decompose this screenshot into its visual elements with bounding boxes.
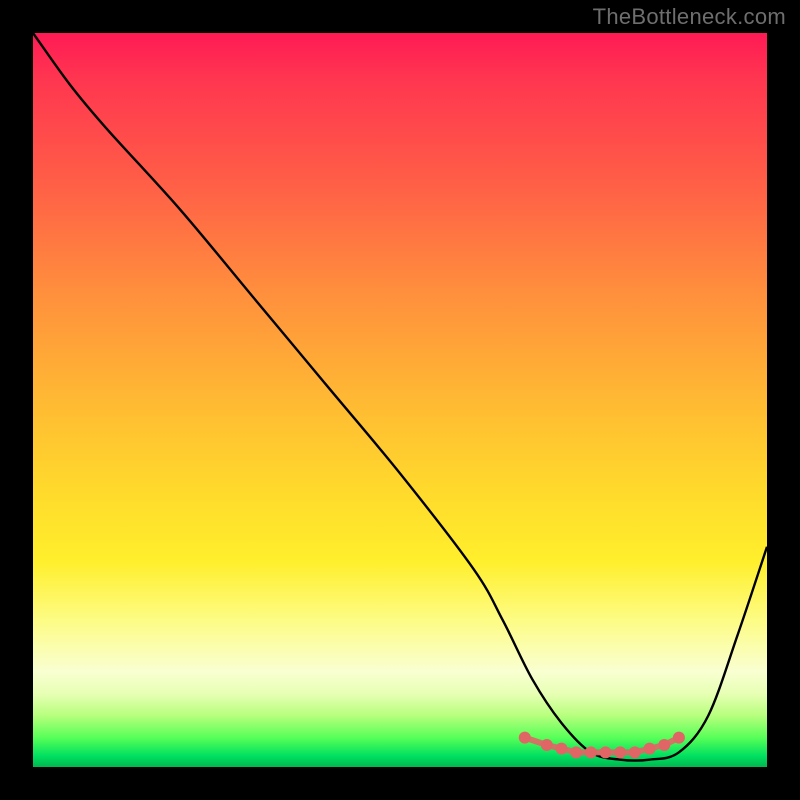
marker-dot [644,743,656,755]
marker-dot [600,746,612,758]
marker-dot [673,732,685,744]
chart-container: TheBottleneck.com [0,0,800,800]
marker-dot [519,732,531,744]
plot-area [33,33,767,767]
watermark-text: TheBottleneck.com [593,4,786,30]
marker-dot [570,746,582,758]
marker-dot [555,743,567,755]
marker-dot [585,746,597,758]
marker-dot [658,739,670,751]
marker-dot [629,746,641,758]
bottleneck-curve [33,33,767,761]
optimal-range-markers [519,732,685,759]
marker-dot [541,739,553,751]
curve-svg [33,33,767,767]
marker-dot [614,746,626,758]
